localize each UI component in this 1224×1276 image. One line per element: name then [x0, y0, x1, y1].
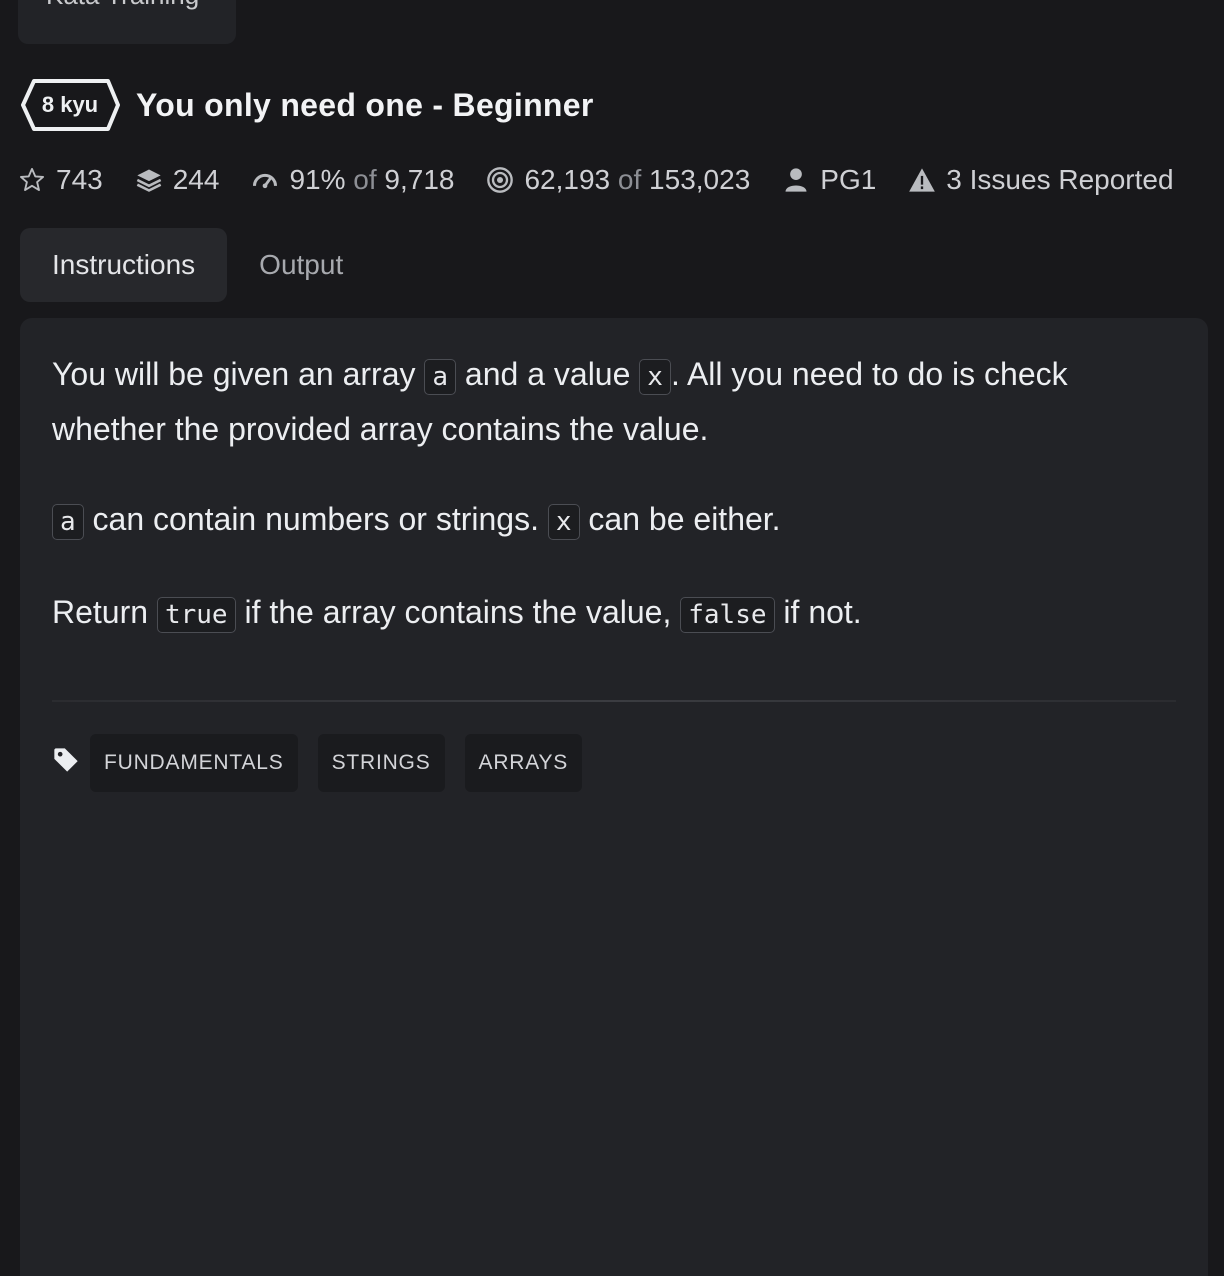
- text-segment: You will be given an array: [52, 356, 425, 392]
- kata-training-tab[interactable]: Kata Training: [18, 0, 236, 44]
- description-paragraph: Return true if the array contains the va…: [52, 586, 1176, 641]
- collections-count: 244: [172, 164, 220, 195]
- kata-description: You will be given an array a and a value…: [52, 348, 1176, 641]
- star-outline-icon: [18, 166, 46, 194]
- kata-title: You only need one - Beginner: [136, 86, 594, 123]
- satisfaction-stat: 91% of 9,718: [251, 164, 454, 196]
- instructions-panel: You will be given an array a and a value…: [20, 318, 1208, 1276]
- tag-fundamentals[interactable]: FUNDAMENTALS: [90, 734, 298, 792]
- tag-strings[interactable]: STRINGS: [317, 734, 445, 792]
- satisfaction-percent: 91%: [289, 164, 346, 195]
- kata-header: 8 kyu You only need one - Beginner: [20, 78, 594, 132]
- tab-instructions[interactable]: Instructions: [20, 228, 228, 302]
- text-segment: if not.: [774, 594, 862, 630]
- collections-stat[interactable]: 244: [135, 164, 220, 196]
- inline-code: false: [680, 597, 775, 633]
- attempted-count: 153,023: [649, 164, 751, 195]
- stars-count: 743: [56, 164, 103, 195]
- completion-stat: 62,193 of 153,023: [486, 164, 750, 196]
- inline-code: true: [156, 597, 236, 633]
- issues-count: 3 Issues Reported: [946, 164, 1174, 195]
- text-segment: can contain numbers or strings.: [83, 501, 548, 537]
- kata-page: Kata Training 8 kyu You only need one - …: [0, 0, 1224, 1276]
- text-segment: if the array contains the value,: [235, 594, 681, 630]
- author-stat[interactable]: PG1: [782, 164, 876, 196]
- kata-stats: 743 244 91% of 9,718 62,193 of 153,023 P…: [18, 164, 1174, 196]
- inline-code: x: [639, 359, 671, 395]
- description-paragraph: You will be given an array a and a value…: [52, 348, 1176, 455]
- completed-of: of: [617, 164, 642, 195]
- user-icon: [782, 166, 810, 194]
- inline-code: a: [52, 504, 84, 540]
- tag-icon: [54, 748, 78, 772]
- kata-training-label: Kata Training: [46, 0, 199, 11]
- text-segment: can be either.: [579, 501, 781, 537]
- satisfaction-of: of: [353, 164, 377, 195]
- description-paragraph: a can contain numbers or strings. x can …: [52, 493, 1176, 548]
- tab-output[interactable]: Output: [227, 228, 375, 302]
- satisfaction-votes: 9,718: [384, 164, 455, 195]
- text-segment: and a value: [456, 356, 640, 392]
- tag-arrays[interactable]: ARRAYS: [464, 734, 583, 792]
- layers-icon: [135, 166, 163, 194]
- rank-label: 8 kyu: [41, 92, 99, 117]
- divider: [52, 700, 1176, 702]
- tags-row: FUNDAMENTALS STRINGS ARRAYS: [52, 734, 602, 792]
- text-segment: Return: [52, 594, 157, 630]
- speedometer-icon: [251, 166, 279, 194]
- kata-tabs: Instructions Output: [20, 228, 375, 302]
- stars-stat[interactable]: 743: [18, 164, 103, 196]
- rank-badge: 8 kyu: [20, 78, 120, 132]
- inline-code: x: [547, 504, 580, 540]
- author-name: PG1: [820, 164, 877, 195]
- issues-stat[interactable]: 3 Issues Reported: [908, 164, 1174, 196]
- inline-code: a: [424, 359, 457, 395]
- target-icon: [486, 166, 514, 194]
- completed-count: 62,193: [524, 164, 611, 195]
- warning-triangle-icon: [908, 166, 936, 194]
